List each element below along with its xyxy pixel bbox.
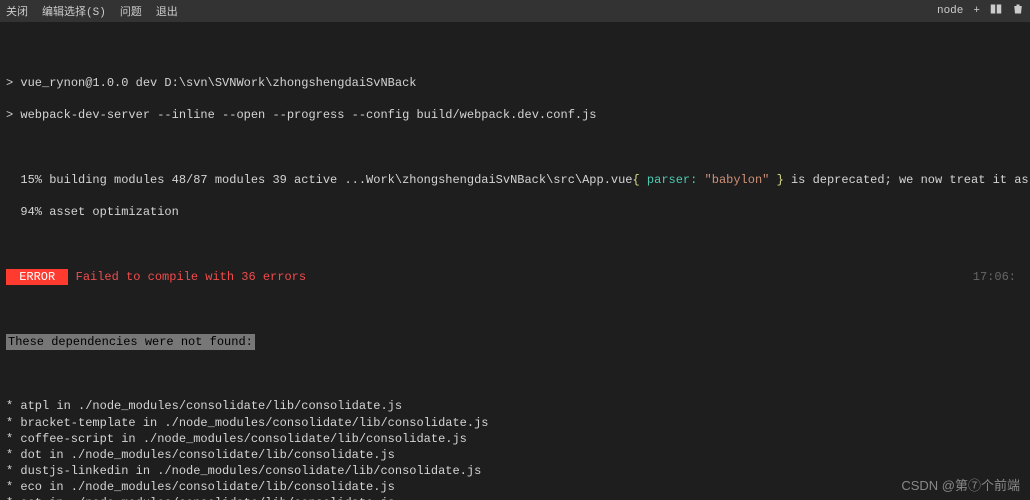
terminal-line bbox=[6, 301, 1024, 317]
dependency-line: * atpl in ./node_modules/consolidate/lib… bbox=[6, 398, 1024, 414]
terminal-line bbox=[6, 236, 1024, 252]
dependency-line: * dot in ./node_modules/consolidate/lib/… bbox=[6, 447, 1024, 463]
dependency-line: * bracket-template in ./node_modules/con… bbox=[6, 415, 1024, 431]
trash-icon[interactable] bbox=[1012, 3, 1024, 19]
terminal-line bbox=[6, 42, 1024, 58]
timestamp: 17:06: bbox=[973, 269, 1016, 285]
dependency-line: * ect in ./node_modules/consolidate/lib/… bbox=[6, 495, 1024, 500]
dependency-list: * atpl in ./node_modules/consolidate/lib… bbox=[6, 398, 1024, 500]
terminal-line bbox=[6, 366, 1024, 382]
dependency-line: * dustjs-linkedin in ./node_modules/cons… bbox=[6, 463, 1024, 479]
menu-item[interactable]: 问题 bbox=[120, 3, 142, 19]
plus-icon[interactable]: + bbox=[973, 5, 980, 17]
terminal-line: 15% building modules 48/87 modules 39 ac… bbox=[6, 172, 1024, 188]
menu-item[interactable]: 关闭 bbox=[6, 3, 28, 19]
terminal-line: > webpack-dev-server --inline --open --p… bbox=[6, 107, 1024, 123]
watermark: CSDN @第⑦个前端 bbox=[901, 475, 1020, 494]
menu-item[interactable]: 编辑选择(S) bbox=[42, 3, 106, 19]
dependency-line: * coffee-script in ./node_modules/consol… bbox=[6, 431, 1024, 447]
error-badge: ERROR bbox=[6, 269, 68, 285]
menubar: 关闭 编辑选择(S) 问题 退出 node + bbox=[0, 0, 1030, 22]
terminal-shell-label: node bbox=[937, 5, 963, 17]
deps-header: These dependencies were not found: bbox=[6, 334, 255, 350]
terminal-line: ERROR Failed to compile with 36 errors 17… bbox=[6, 269, 1024, 285]
error-message: Failed to compile with 36 errors bbox=[68, 270, 306, 284]
terminal-line bbox=[6, 139, 1024, 155]
terminal-line: 94% asset optimization bbox=[6, 204, 1024, 220]
terminal-line: These dependencies were not found: bbox=[6, 334, 1024, 350]
dependency-line: * eco in ./node_modules/consolidate/lib/… bbox=[6, 479, 1024, 495]
terminal-output[interactable]: > vue_rynon@1.0.0 dev D:\svn\SVNWork\zho… bbox=[0, 22, 1030, 500]
menu-item[interactable]: 退出 bbox=[156, 3, 178, 19]
terminal-line: > vue_rynon@1.0.0 dev D:\svn\SVNWork\zho… bbox=[6, 75, 1024, 91]
split-icon[interactable] bbox=[990, 3, 1002, 19]
